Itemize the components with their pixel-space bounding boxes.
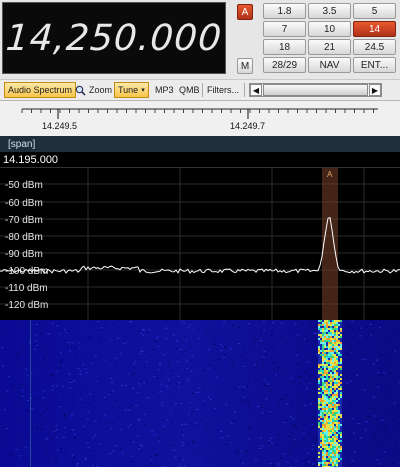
band-button[interactable]: 18 [263,39,306,55]
band-button[interactable]: 1.8 [263,3,306,19]
toolbar: Audio Spectrum Zoom Tune ▾ MP3 QMB Filte… [0,79,400,101]
center-frequency-text: 14.195.000 [3,153,59,166]
marker-label: A [327,170,333,179]
y-axis-label: -80 dBm [5,232,43,243]
frequency-display[interactable]: 14,250.000 [2,2,226,74]
radio-control-panel: 14,250.000 A M 1.8 3.5 5 7 10 14 18 21 24.5 28/29… [0,0,400,79]
y-axis-label: -90 dBm [5,249,43,260]
zoom-button[interactable]: Zoom [75,82,112,98]
band-button[interactable]: NAV [308,57,351,73]
y-axis-label: -60 dBm [5,198,43,209]
y-axis-label: -100 dBm [5,266,48,277]
band-button[interactable]: 21 [308,39,351,55]
dropdown-arrow-icon[interactable]: ▾ [141,86,145,94]
spectrum-trace [0,216,400,274]
scroll-thumb[interactable] [263,84,368,96]
y-axis-label: -50 dBm [5,180,43,191]
band-button[interactable]: 7 [263,21,306,37]
ruler-label: 14.249.5 [42,121,78,131]
span-header[interactable]: [span] [0,136,400,152]
waterfall-display[interactable] [0,320,400,467]
mp3-button[interactable]: MP3 [155,82,174,98]
ruler-label: 14.249.7 [230,121,266,131]
toolbar-divider [202,83,203,97]
tune-button[interactable]: Tune ▾ [114,82,149,98]
band-button[interactable]: ENT... [353,57,396,73]
band-button[interactable]: 10 [308,21,351,37]
center-frequency-readout: 14.195.000 [0,152,400,168]
spectrum-plot: A -50 dBm -60 dBm -70 dBm -80 dBm -90 dBm -10… [0,168,400,320]
audio-spectrum-button[interactable]: Audio Spectrum [4,82,77,98]
zoom-label: Zoom [89,85,113,95]
frequency-ruler[interactable]: 14.249.5 14.249.7 [0,101,400,136]
band-button[interactable]: 5 [353,3,396,19]
band-button[interactable]: 3.5 [308,3,351,19]
magnifier-icon [75,85,86,96]
scroll-left-arrow-icon[interactable]: ◀ [250,84,262,96]
band-button[interactable]: 28/29 [263,57,306,73]
band-button[interactable]: 24.5 [353,39,396,55]
y-axis-label: -110 dBm [5,283,48,294]
y-axis-label: -70 dBm [5,215,43,226]
y-axis-label: -120 dBm [5,300,48,311]
band-button[interactable]: 14 [353,21,396,37]
frequency-value: 14,250.000 [4,17,224,59]
vfo-a-button[interactable]: A [237,4,253,20]
span-label: [span] [8,138,36,150]
toolbar-divider [244,83,245,97]
qmb-button[interactable]: QMB [179,82,200,98]
frequency-scrollbar[interactable]: ◀ ▶ [249,83,382,97]
filters-button[interactable]: Filters... [207,82,239,98]
spectrum-display[interactable]: A -50 dBm -60 dBm -70 dBm -80 dBm -90 dBm -10… [0,168,400,320]
signal-marker-band[interactable] [322,168,338,320]
memory-button[interactable]: M [237,58,253,74]
waterfall-plot [0,320,400,467]
tune-label: Tune [118,85,139,95]
scroll-right-arrow-icon[interactable]: ▶ [369,84,381,96]
